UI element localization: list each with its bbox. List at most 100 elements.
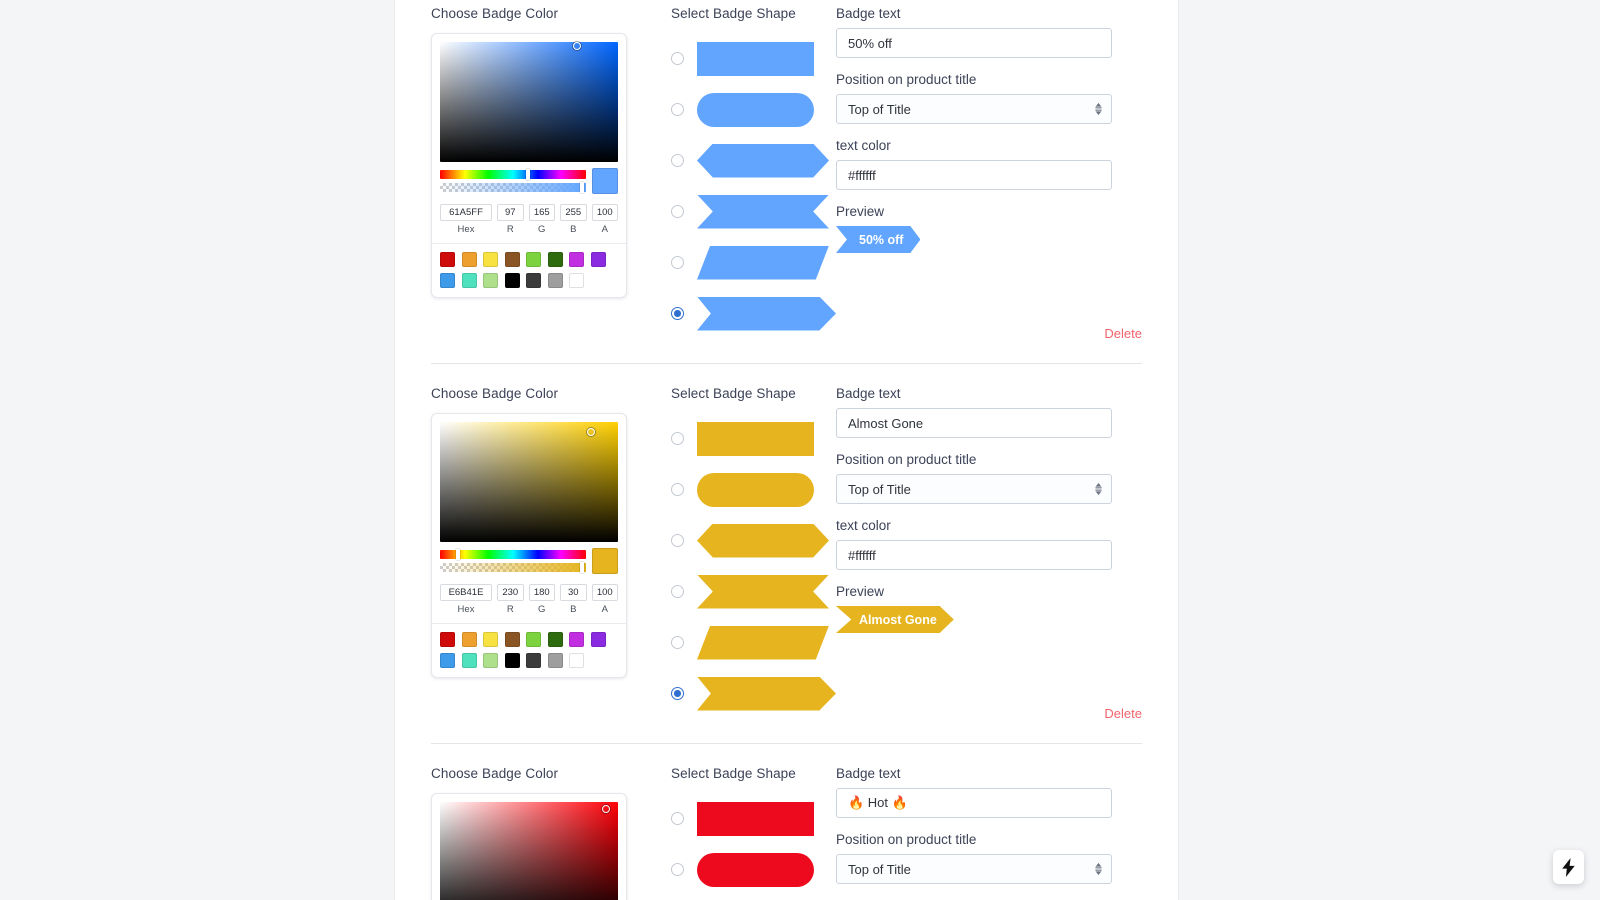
hue-slider-thumb[interactable]: [525, 169, 530, 180]
color-swatch[interactable]: [526, 653, 541, 668]
color-swatch[interactable]: [569, 653, 584, 668]
badge-shape-radio-rounded-pill[interactable]: [671, 863, 684, 876]
badge-shape-parallelogram[interactable]: [697, 245, 829, 280]
badge-shape-option[interactable]: [671, 464, 836, 515]
saturation-handle[interactable]: [573, 41, 582, 50]
color-swatch[interactable]: [590, 252, 606, 267]
badge-shape-ribbon[interactable]: [697, 194, 829, 229]
color-swatch[interactable]: [461, 252, 477, 267]
color-swatch[interactable]: [547, 653, 563, 668]
color-swatch[interactable]: [526, 273, 541, 288]
saturation-handle[interactable]: [587, 427, 596, 436]
alpha-slider-thumb[interactable]: [579, 562, 584, 573]
color-swatch[interactable]: [504, 273, 520, 288]
green-input[interactable]: [528, 204, 555, 221]
badge-shape-radio-hexagon[interactable]: [671, 534, 684, 547]
saturation-value-area[interactable]: [440, 422, 618, 542]
badge-shape-option[interactable]: [671, 237, 836, 288]
badge-shape-rectangle[interactable]: [697, 41, 814, 76]
color-swatch[interactable]: [461, 273, 477, 288]
color-swatch[interactable]: [483, 632, 498, 647]
badge-shape-radio-parallelogram[interactable]: [671, 636, 684, 649]
badge-text-input[interactable]: [836, 408, 1112, 438]
badge-shape-rounded-pill[interactable]: [697, 92, 814, 127]
position-select[interactable]: Top of TitleBottom of TitleLeft of Title…: [836, 854, 1112, 884]
badge-shape-option[interactable]: [671, 186, 836, 237]
badge-text-input[interactable]: [836, 28, 1112, 58]
badge-shape-option[interactable]: [671, 413, 836, 464]
position-select[interactable]: Top of TitleBottom of TitleLeft of Title…: [836, 474, 1112, 504]
color-swatch[interactable]: [440, 273, 455, 288]
color-swatch[interactable]: [440, 252, 455, 267]
badge-shape-option[interactable]: [671, 515, 836, 566]
badge-shape-option[interactable]: [671, 84, 836, 135]
blue-input[interactable]: [560, 204, 587, 221]
badge-shape-option[interactable]: [671, 288, 836, 339]
badge-shape-option[interactable]: [671, 33, 836, 84]
badge-shape-radio-hexagon[interactable]: [671, 154, 684, 167]
blue-input[interactable]: [560, 584, 587, 601]
badge-shape-ribbon[interactable]: [697, 574, 829, 609]
color-swatch[interactable]: [504, 653, 520, 668]
badge-shape-rectangle[interactable]: [697, 801, 814, 836]
badge-shape-radio-rectangle[interactable]: [671, 432, 684, 445]
badge-shape-option[interactable]: [671, 617, 836, 668]
color-swatch[interactable]: [504, 632, 520, 647]
badge-shape-rounded-pill[interactable]: [697, 852, 814, 887]
badge-shape-radio-rectangle[interactable]: [671, 52, 684, 65]
alpha-input[interactable]: [591, 204, 618, 221]
badge-shape-hexagon[interactable]: [697, 523, 829, 558]
badge-shape-radio-ribbon[interactable]: [671, 585, 684, 598]
badge-shape-arrow-chevron[interactable]: [697, 296, 836, 331]
badge-shape-option[interactable]: [671, 844, 836, 895]
alpha-slider[interactable]: [440, 562, 586, 573]
color-swatch[interactable]: [526, 632, 541, 647]
color-swatch[interactable]: [461, 653, 477, 668]
saturation-value-area[interactable]: [440, 802, 618, 900]
badge-shape-option[interactable]: [671, 566, 836, 617]
color-picker[interactable]: HexRGBA: [431, 33, 627, 298]
badge-shape-radio-rectangle[interactable]: [671, 812, 684, 825]
saturation-handle[interactable]: [601, 805, 610, 814]
color-picker[interactable]: HexRGBA: [431, 413, 627, 678]
color-picker[interactable]: HexRGBA: [431, 793, 627, 900]
color-swatch[interactable]: [569, 273, 584, 288]
color-swatch[interactable]: [547, 252, 563, 267]
badge-shape-option[interactable]: [671, 668, 836, 719]
position-select[interactable]: Top of TitleBottom of TitleLeft of Title…: [836, 94, 1112, 124]
color-swatch[interactable]: [590, 632, 606, 647]
alpha-slider[interactable]: [440, 182, 586, 193]
red-input[interactable]: [497, 584, 524, 601]
hue-slider[interactable]: [440, 169, 586, 180]
badge-shape-radio-parallelogram[interactable]: [671, 256, 684, 269]
color-swatch[interactable]: [440, 653, 455, 668]
badge-shape-hexagon[interactable]: [697, 143, 829, 178]
badge-shape-parallelogram[interactable]: [697, 625, 829, 660]
badge-shape-option[interactable]: [671, 895, 836, 900]
hue-slider[interactable]: [440, 549, 586, 560]
alpha-slider-thumb[interactable]: [579, 182, 584, 193]
color-swatch[interactable]: [547, 632, 563, 647]
badge-text-input[interactable]: [836, 788, 1112, 818]
badge-shape-rounded-pill[interactable]: [697, 472, 814, 507]
color-swatch[interactable]: [504, 252, 520, 267]
badge-shape-radio-ribbon[interactable]: [671, 205, 684, 218]
color-swatch[interactable]: [483, 252, 498, 267]
badge-shape-rectangle[interactable]: [697, 421, 814, 456]
text-color-input[interactable]: [836, 540, 1112, 570]
color-swatch[interactable]: [483, 653, 498, 668]
red-input[interactable]: [497, 204, 524, 221]
color-swatch[interactable]: [547, 273, 563, 288]
hex-input[interactable]: [440, 204, 492, 221]
color-swatch[interactable]: [526, 252, 541, 267]
badge-shape-radio-arrow-chevron[interactable]: [671, 307, 684, 320]
hex-input[interactable]: [440, 584, 492, 601]
color-swatch[interactable]: [483, 273, 498, 288]
badge-shape-arrow-chevron[interactable]: [697, 676, 836, 711]
badge-shape-option[interactable]: [671, 793, 836, 844]
green-input[interactable]: [528, 584, 555, 601]
badge-shape-radio-arrow-chevron[interactable]: [671, 687, 684, 700]
color-swatch[interactable]: [569, 632, 584, 647]
badge-shape-radio-rounded-pill[interactable]: [671, 483, 684, 496]
saturation-value-area[interactable]: [440, 41, 618, 162]
